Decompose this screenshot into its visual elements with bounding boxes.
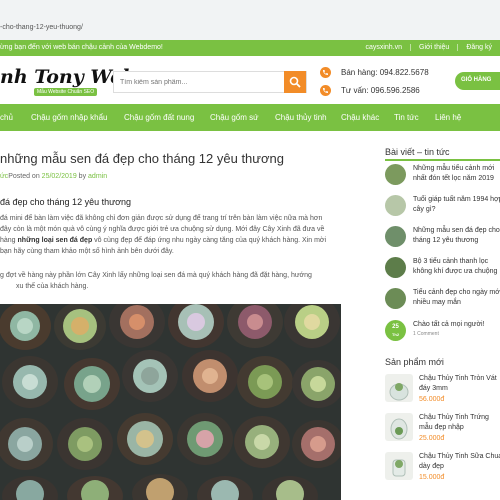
product-item[interactable]: Chậu Thủy Tinh Sữa Chua dày đẹp 15.000đ	[385, 452, 500, 492]
browser-url-bar[interactable]: -cho-thang-12-yeu-thuong/	[0, 0, 500, 40]
paragraph-line: đá mini để bàn làm việc đã không chỉ đơn…	[0, 215, 323, 222]
bold-keyword-link[interactable]: những loại sen đá đẹp	[18, 237, 93, 244]
nav-item-contact[interactable]: Liên hệ	[435, 113, 461, 122]
posted-on-label: Posted on	[8, 173, 40, 180]
phone-icon	[320, 85, 331, 96]
search-box	[113, 71, 307, 93]
post-date[interactable]: 25/02/2019	[42, 173, 77, 180]
product-price: 56.000đ	[419, 396, 445, 403]
product-price: 15.000đ	[419, 474, 445, 481]
product-name[interactable]: Chậu Thủy Tinh Tròn Vát đáy 3mm	[419, 374, 500, 394]
glass-pot-image	[390, 418, 408, 440]
post-paragraph-2: g đợt về hàng này phần lớn Cây Xinh lấy …	[0, 270, 345, 292]
glass-pot-image	[389, 383, 409, 401]
comment-count[interactable]: 1 Comment	[413, 331, 439, 337]
nav-item-ceramic-pots[interactable]: Chậu gốm sứ	[210, 113, 259, 122]
product-item[interactable]: Chậu Thủy Tinh Trứng mẫu đẹp nhập 25.000…	[385, 413, 500, 453]
paragraph-line: hàng những loại sen đá đẹp vô cùng đẹp đ…	[0, 235, 345, 246]
top-link-register[interactable]: Đăng ký	[457, 44, 500, 51]
consult-phone[interactable]: Tư vấn: 096.596.2586	[341, 86, 420, 95]
comment-date-badge: 25 Th2	[385, 320, 406, 341]
paragraph-line: bạn hãy cùng tham khảo một số hình ảnh b…	[0, 248, 174, 255]
text-span: vô cùng đẹp để đáp ứng nhu ngày càng tăn…	[92, 237, 327, 244]
by-label: by	[78, 173, 87, 180]
news-thumbnail[interactable]	[385, 288, 406, 309]
site-header: nh Tony Web Mẫu Website Chuẩn SEO Bán hà…	[0, 56, 500, 104]
news-item[interactable]: Những mẫu sen đá đẹp cho tháng 12 yêu th…	[385, 226, 500, 258]
product-price: 25.000đ	[419, 435, 445, 442]
post-subheading: đá đẹp cho tháng 12 yêu thương	[0, 197, 132, 207]
top-link-about[interactable]: Giới thiệu	[410, 44, 457, 51]
nav-item-news[interactable]: Tin tức	[394, 113, 419, 122]
news-thumbnail[interactable]	[385, 257, 406, 278]
top-bar: ừng bạn đến với web bán chậu cảnh của We…	[0, 40, 500, 56]
logo-tagline: Mẫu Website Chuẩn SEO	[34, 88, 98, 96]
welcome-text: ừng bạn đến với web bán chậu cảnh của We…	[0, 44, 163, 51]
post-title: những mẫu sen đá đẹp cho tháng 12 yêu th…	[0, 151, 284, 166]
post-paragraph-1: đá mini để bàn làm việc đã không chỉ đơn…	[0, 213, 345, 257]
news-item[interactable]: Tiểu cảnh đẹp cho ngày mới nhiều may mắn	[385, 288, 500, 320]
product-name[interactable]: Chậu Thủy Tinh Sữa Chua dày đẹp	[419, 452, 500, 472]
product-thumbnail[interactable]	[385, 452, 413, 480]
news-item-title[interactable]: Tiểu cảnh đẹp cho ngày mới nhiều may mắn	[413, 288, 500, 308]
news-item-title[interactable]: Những mẫu sen đá đẹp cho tháng 12 yêu th…	[413, 226, 500, 246]
paragraph-line: đây còn là một món quà vô cùng ý nghĩa đ…	[0, 226, 325, 233]
post-meta: ứcPosted on 25/02/2019 by admin	[0, 173, 107, 180]
nav-item-home[interactable]: chủ	[0, 113, 13, 122]
main-nav: chủ Chậu gốm nhập khẩu Chậu gốm đất nung…	[0, 104, 500, 131]
search-icon	[289, 76, 301, 88]
nav-item-glass-pots[interactable]: Chậu thủy tinh	[275, 113, 327, 122]
news-item[interactable]: Những mẫu tiểu cảnh mới nhất đón tết lọc…	[385, 164, 500, 196]
news-item[interactable]: Bộ 3 tiểu cảnh thanh lọc không khí được …	[385, 257, 500, 289]
news-item[interactable]: Tuổi giáp tuất năm 1994 hợp cây gì?	[385, 195, 500, 227]
post-category[interactable]: ức	[0, 173, 8, 180]
top-links: caysxinh.vn Giới thiệu Đăng ký	[357, 44, 500, 51]
news-item-title[interactable]: Tuổi giáp tuất năm 1994 hợp cây gì?	[413, 195, 500, 215]
cart-button[interactable]: GIỎ HÀNG	[455, 72, 500, 90]
news-thumbnail[interactable]	[385, 195, 406, 216]
news-widget-title: Bài viết – tin tức	[385, 147, 450, 157]
url-text[interactable]: -cho-thang-12-yeu-thuong/	[0, 24, 83, 31]
sales-phone[interactable]: Bán hàng: 094.822.5678	[341, 68, 429, 77]
product-thumbnail[interactable]	[385, 374, 413, 402]
succulent-photo	[0, 304, 341, 500]
product-name[interactable]: Chậu Thủy Tinh Trứng mẫu đẹp nhập	[419, 413, 500, 433]
date-month: Th2	[391, 332, 400, 337]
nav-item-terracotta-pots[interactable]: Chậu gốm đất nung	[124, 113, 194, 122]
divider	[385, 159, 500, 161]
date-day: 25	[392, 324, 399, 330]
search-input[interactable]	[114, 72, 284, 92]
nav-item-imported-pots[interactable]: Chậu gốm nhập khẩu	[31, 113, 108, 122]
news-item-title[interactable]: Bộ 3 tiểu cảnh thanh lọc không khí được …	[413, 257, 500, 277]
post-author[interactable]: admin	[88, 173, 107, 180]
news-item-title[interactable]: Những mẫu tiểu cảnh mới nhất đón tết lọc…	[413, 164, 500, 184]
paragraph-line: xu thế của khách hàng.	[16, 283, 89, 290]
glass-pot-image	[392, 459, 406, 477]
news-thumbnail[interactable]	[385, 164, 406, 185]
product-item[interactable]: Chậu Thủy Tinh Tròn Vát đáy 3mm 56.000đ	[385, 374, 500, 414]
succulent-image	[0, 304, 341, 500]
product-thumbnail[interactable]	[385, 413, 413, 441]
nav-item-other-pots[interactable]: Chậu khác	[341, 113, 379, 122]
top-link-domain[interactable]: caysxinh.vn	[357, 44, 410, 51]
search-button[interactable]	[284, 71, 306, 93]
paragraph-line: g đợt về hàng này phần lớn Cây Xinh lấy …	[0, 272, 312, 279]
comment-title[interactable]: Chào tất cả mọi người!	[413, 320, 500, 330]
news-thumbnail[interactable]	[385, 226, 406, 247]
comment-item[interactable]: 25 Th2 Chào tất cả mọi người! 1 Comment	[385, 320, 500, 352]
text-span: hàng	[0, 237, 18, 244]
products-widget-title: Sản phẩm mới	[385, 357, 444, 367]
phone-icon	[320, 67, 331, 78]
